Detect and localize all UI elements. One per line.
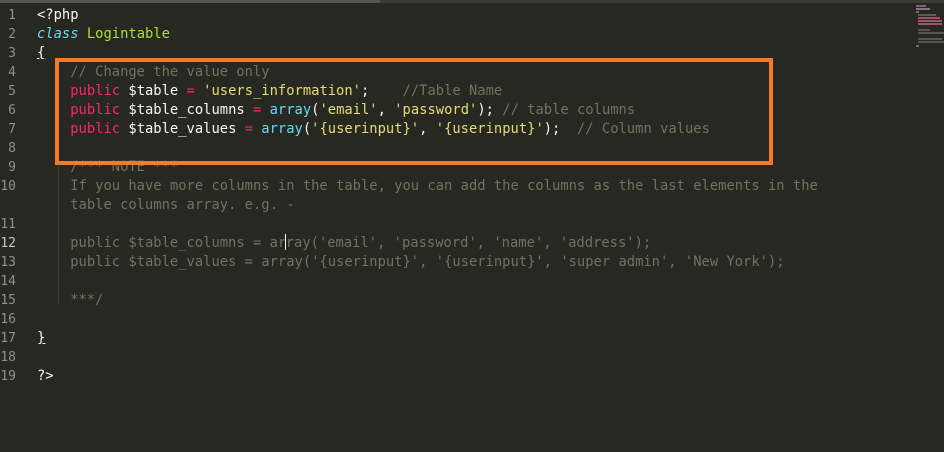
line-number: 3: [8, 46, 16, 61]
code-line-3[interactable]: {: [37, 44, 45, 63]
line-number: 13: [0, 255, 16, 270]
line-number-current: 12: [0, 236, 16, 251]
code-line-10-wrapped[interactable]: table columns array. e.g. -: [37, 196, 295, 215]
line-number: 14: [0, 274, 16, 289]
code-line-2[interactable]: class Logintable: [37, 25, 170, 44]
minimap-line: [918, 32, 944, 34]
close-brace: }: [37, 330, 46, 346]
php-close-tag: ?>: [37, 368, 54, 384]
line-number: 6: [8, 103, 16, 118]
line-number: 11: [0, 217, 16, 232]
php-open-tag: <?php: [37, 7, 79, 23]
line-number: 8: [8, 141, 16, 156]
code-line-17[interactable]: }: [37, 329, 45, 348]
line-number-gutter: 1 2 3 4 5 6 7 8 9 10 11 12 13 14 15 16 1…: [0, 3, 30, 452]
comment: ray('email', 'password', 'name', 'addres…: [285, 235, 652, 251]
minimap-line: [916, 8, 930, 10]
minimap-line: [918, 38, 942, 40]
minimap-line: [916, 45, 919, 47]
line-number: 5: [8, 84, 16, 99]
class-keyword: class: [37, 26, 79, 42]
comment: ***/: [70, 292, 104, 308]
code-line-19[interactable]: ?>: [37, 367, 54, 386]
line-number: 9: [8, 160, 16, 175]
minimap[interactable]: [914, 3, 944, 48]
line-number: 1: [8, 8, 16, 23]
minimap-line: [918, 20, 942, 22]
line-number: 18: [0, 350, 16, 365]
comment: If you have more columns in the table, y…: [70, 178, 818, 194]
minimap-line: [916, 5, 926, 7]
class-name: Logintable: [86, 26, 170, 42]
line-number: 4: [8, 65, 16, 80]
minimap-line: [918, 14, 936, 16]
comment: public $table_values = array('{userinput…: [70, 254, 785, 270]
line-number: 7: [8, 122, 16, 137]
line-number: 19: [0, 369, 16, 384]
minimap-line: [918, 23, 942, 25]
minimap-line: [918, 41, 944, 43]
annotation-highlight-box: [55, 58, 773, 165]
code-line-15[interactable]: ***/: [37, 291, 103, 310]
code-line-10[interactable]: If you have more columns in the table, y…: [37, 177, 818, 196]
line-number: 2: [8, 27, 16, 42]
line-number: 16: [0, 312, 16, 327]
code-line-12[interactable]: public $table_columns = array('email', '…: [37, 234, 651, 253]
minimap-line: [918, 29, 930, 31]
comment: table columns array. e.g. -: [70, 197, 295, 213]
minimap-line: [918, 17, 940, 19]
open-brace: {: [37, 45, 46, 61]
code-line-13[interactable]: public $table_values = array('{userinput…: [37, 253, 785, 272]
line-number: 10: [0, 179, 16, 194]
comment: public $table_columns = ar: [70, 235, 287, 251]
line-number: 15: [0, 293, 16, 308]
minimap-line: [916, 11, 919, 13]
line-number: 17: [0, 331, 16, 346]
code-line-1[interactable]: <?php: [37, 6, 79, 25]
